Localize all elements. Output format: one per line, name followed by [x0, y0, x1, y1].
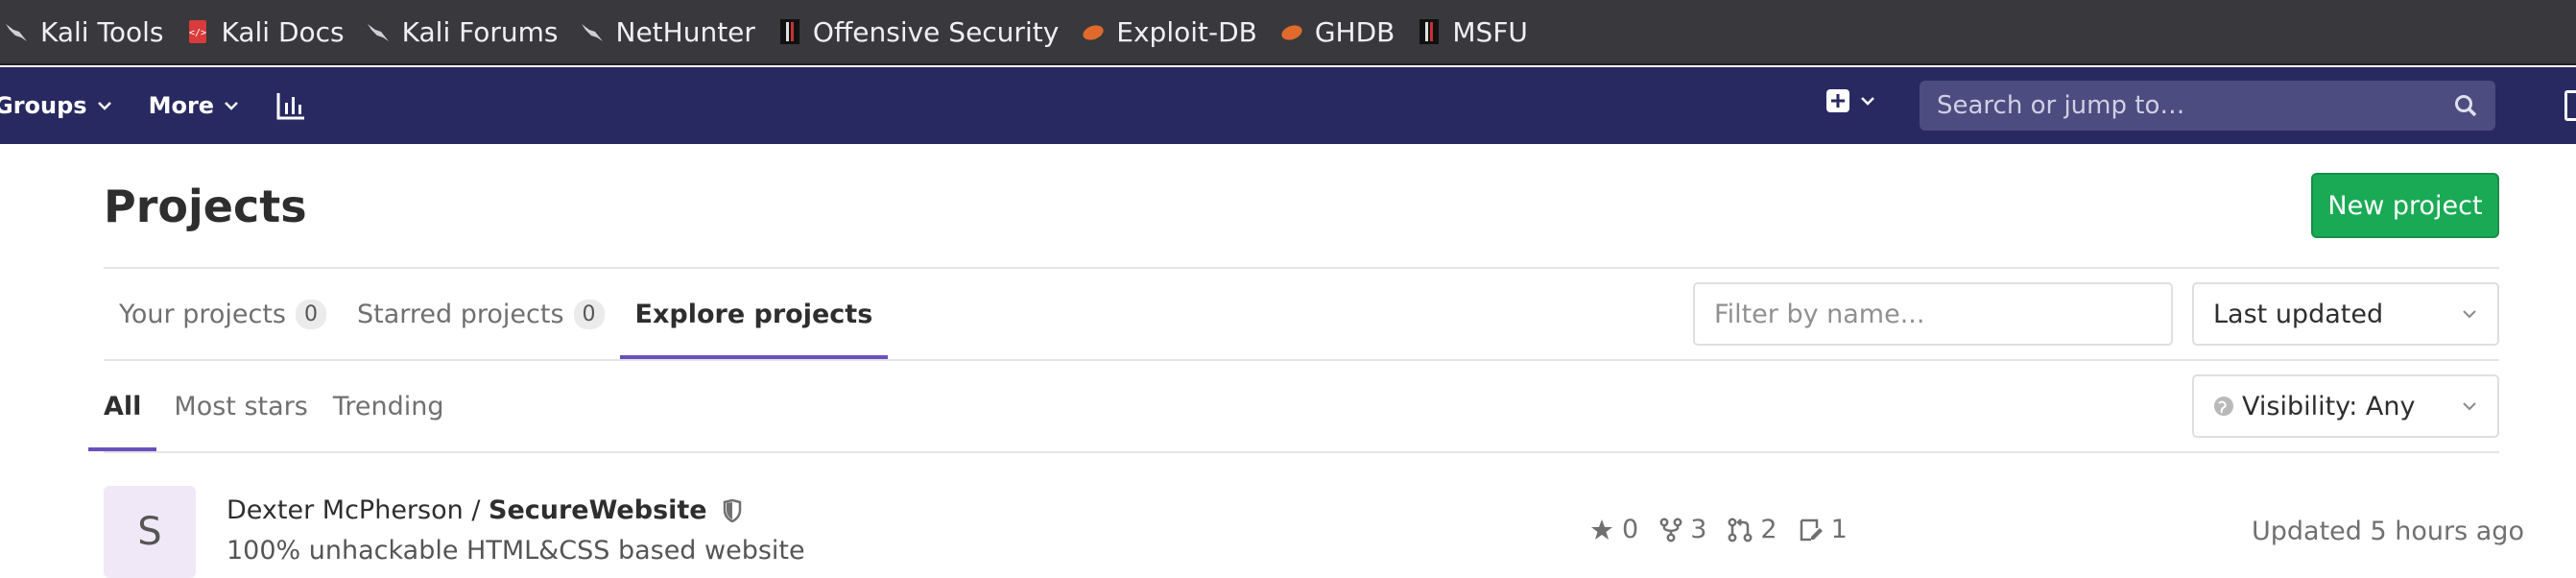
bookmark-msfu[interactable]: MSFU — [1416, 16, 1528, 48]
chevron-down-icon — [2463, 402, 2476, 411]
chevron-down-icon — [2463, 310, 2476, 319]
issues-count[interactable]: 1 — [1799, 515, 1848, 544]
subtab-all[interactable]: All — [88, 361, 157, 451]
stars-value: 0 — [1622, 515, 1639, 544]
bookmark-label: Offensive Security — [812, 15, 1060, 48]
count-badge: 0 — [573, 299, 605, 329]
subtab-most-stars[interactable]: Most stars — [174, 361, 307, 451]
explore-subtabs: All Most stars Trending — [88, 361, 468, 451]
svg-text:</>: </> — [189, 28, 206, 38]
chevron-down-icon — [225, 102, 238, 110]
more-label: More — [148, 92, 215, 119]
bookmark-label: Kali Docs — [221, 15, 345, 48]
visibility-dropdown[interactable]: Visibility: Any — [2192, 374, 2499, 438]
updated-timestamp: Updated 5 hours ago — [2252, 517, 2524, 546]
project-description: 100% unhackable HTML&CSS based website — [227, 536, 805, 566]
merge-requests-count[interactable]: 2 — [1728, 515, 1777, 544]
project-name: SecureWebsite — [489, 495, 707, 525]
project-stats: 0 3 2 1 — [1589, 515, 1869, 544]
sort-dropdown[interactable]: Last updated — [2192, 282, 2499, 346]
subtab-trending[interactable]: Trending — [333, 361, 444, 451]
star-icon — [1591, 518, 1612, 540]
offsec-icon — [779, 19, 799, 44]
bookmarks-toolbar: Kali Tools </> Kali Docs Kali Forums Net… — [0, 0, 2576, 65]
bookmark-offensive-security[interactable]: Offensive Security — [776, 16, 1059, 48]
bookmark-label: Kali Forums — [401, 15, 559, 48]
project-title-link[interactable]: Dexter McPherson / SecureWebsite — [227, 495, 742, 525]
bookmark-label: Kali Tools — [40, 15, 164, 48]
tab-label: Your projects — [119, 299, 286, 329]
forks-count[interactable]: 3 — [1659, 515, 1706, 544]
project-tabs: Your projects 0 Starred projects 0 Explo… — [104, 269, 889, 359]
search-input[interactable] — [1937, 91, 2453, 120]
tab-explore-projects[interactable]: Explore projects — [619, 269, 889, 359]
activity-chart-link[interactable] — [275, 91, 306, 120]
exploit-db-icon — [1281, 25, 1302, 40]
kali-docs-icon: </> — [189, 20, 207, 43]
shield-icon — [723, 498, 741, 522]
merge-requests-value: 2 — [1760, 515, 1777, 544]
bookmark-exploit-db[interactable]: Exploit-DB — [1080, 16, 1257, 48]
issues-value: 1 — [1830, 515, 1848, 544]
groups-dropdown[interactable]: Groups — [0, 92, 112, 119]
new-project-button[interactable]: New project — [2311, 173, 2499, 238]
stars-count[interactable]: 0 — [1589, 515, 1638, 544]
fork-icon — [1659, 518, 1682, 542]
filter-by-name-input[interactable] — [1693, 282, 2173, 346]
top-navbar: Groups More — [0, 67, 2576, 144]
global-search[interactable] — [1920, 81, 2495, 131]
bookmark-kali-tools[interactable]: Kali Tools — [4, 16, 163, 48]
search-icon — [2455, 95, 2477, 117]
bookmark-label: Exploit-DB — [1116, 15, 1257, 48]
bookmark-nethunter[interactable]: NetHunter — [580, 16, 755, 48]
page-title: Projects — [104, 181, 307, 232]
tab-label: Starred projects — [357, 299, 564, 329]
bookmark-ghdb[interactable]: GHDB — [1278, 16, 1395, 48]
bookmark-kali-forums[interactable]: Kali Forums — [366, 16, 559, 48]
kali-dragon-icon — [6, 24, 27, 41]
sidebar-toggle-icon[interactable] — [2564, 90, 2576, 121]
tab-your-projects[interactable]: Your projects 0 — [104, 269, 342, 359]
plus-square-icon — [1826, 89, 1849, 112]
bookmark-label: MSFU — [1452, 15, 1528, 48]
tab-starred-projects[interactable]: Starred projects 0 — [342, 269, 620, 359]
count-badge: 0 — [296, 299, 326, 329]
kali-dragon-icon — [367, 24, 389, 41]
bookmark-label: NetHunter — [615, 15, 755, 48]
exploit-db-icon — [1083, 25, 1104, 40]
offsec-icon — [1419, 19, 1440, 44]
new-item-dropdown[interactable] — [1825, 88, 1875, 113]
tab-label: Explore projects — [634, 299, 873, 329]
merge-request-icon — [1728, 518, 1753, 542]
issues-icon — [1800, 518, 1823, 541]
visibility-label: Visibility: Any — [2242, 391, 2416, 421]
forks-value: 3 — [1690, 515, 1707, 544]
project-avatar[interactable]: S — [104, 486, 196, 578]
globe-icon — [2214, 397, 2233, 416]
chevron-down-icon — [97, 102, 111, 110]
bookmark-label: GHDB — [1314, 15, 1395, 48]
more-dropdown[interactable]: More — [149, 92, 239, 119]
groups-label: Groups — [0, 92, 87, 119]
chart-icon — [276, 93, 305, 120]
bookmark-kali-docs[interactable]: </> Kali Docs — [184, 16, 344, 48]
divider — [104, 451, 2499, 453]
kali-dragon-icon — [581, 24, 603, 41]
chevron-down-icon — [1861, 97, 1874, 106]
project-owner: Dexter McPherson / — [227, 495, 489, 525]
sort-label: Last updated — [2213, 299, 2384, 329]
